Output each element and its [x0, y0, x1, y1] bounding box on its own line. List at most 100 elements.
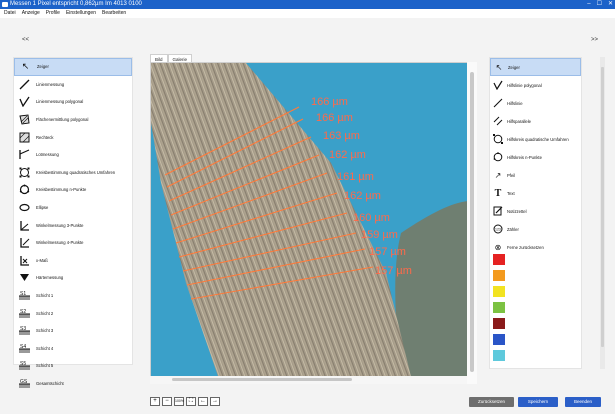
color-swatch-yellow[interactable] — [493, 286, 505, 297]
menu-anzeige[interactable]: Anzeige — [22, 9, 40, 18]
collapse-right-button[interactable]: >> — [591, 37, 598, 43]
scroll-thumb[interactable] — [172, 378, 352, 381]
finish-button[interactable]: Beenden — [565, 397, 601, 407]
tool-schicht-5[interactable]: S5 Schicht 5 — [14, 357, 132, 375]
rtool-hilfslinie-polygonal[interactable]: Hilfslinie polygonal — [490, 76, 581, 94]
tools-scrollbar[interactable] — [600, 57, 605, 369]
save-button[interactable]: Speichern — [518, 397, 558, 407]
tool-winkel-4punkte[interactable]: Winkelmessung 4-Punkte — [14, 234, 132, 252]
rtool-zeiger[interactable]: ↖ Zeiger — [490, 58, 581, 76]
zoom-100-button[interactable]: 100% — [174, 397, 184, 406]
measurement-label[interactable]: 157 µm — [369, 246, 406, 258]
color-swatch-cyan[interactable] — [493, 350, 505, 361]
menu-datei[interactable]: Datei — [4, 9, 16, 18]
circle-npoints-helper-icon — [493, 152, 503, 162]
angle-3point-icon — [19, 220, 30, 231]
rtool-hilfskreis-npunkte[interactable]: Hilfskreis n-Punkte — [490, 148, 581, 166]
text-icon: T — [494, 187, 502, 199]
minimize-button[interactable]: – — [587, 0, 590, 9]
layer-3-icon: S3 — [19, 325, 30, 336]
angle-4point-icon — [19, 237, 30, 248]
rtool-text[interactable]: T Text — [490, 184, 581, 202]
tool-lotmessung[interactable]: Lotmessung — [14, 146, 132, 164]
measurement-label[interactable]: 160 µm — [353, 212, 390, 224]
measurement-label[interactable]: 162 µm — [329, 149, 366, 161]
zoom-out-button[interactable]: − — [162, 397, 172, 406]
fit-screen-icon[interactable]: ⛶ — [186, 397, 196, 406]
rtool-hilfslinie[interactable]: Hilfslinie — [490, 94, 581, 112]
tool-haertemessung[interactable]: Härtemessung — [14, 269, 132, 287]
measurement-label[interactable]: 157 µm — [375, 265, 412, 277]
reset-button[interactable]: Zurücksetzen — [469, 397, 514, 407]
note-icon — [493, 206, 503, 216]
tool-flaechenermittlung[interactable]: Flächenermittlung polygonal — [14, 111, 132, 129]
reset-icon: ⊗ — [494, 242, 502, 252]
tool-linienmessung-polygonal[interactable]: Linienmessung polygonal — [14, 93, 132, 111]
rtool-hilfsparallele[interactable]: Hilfsparallele — [490, 112, 581, 130]
perpendicular-icon — [19, 149, 30, 160]
tool-schicht-2[interactable]: S2 Schicht 2 — [14, 304, 132, 322]
rtool-zaehler[interactable]: 123 Zähler — [490, 220, 581, 238]
window-title: Messen 1 Pixel entspricht 0,862µm Im 401… — [10, 1, 142, 7]
menu-bar: Datei Anzeige Profile Einstellungen Bear… — [0, 9, 615, 18]
line-measure-icon — [19, 79, 30, 90]
rectangle-icon — [19, 132, 30, 143]
image-horizontal-scrollbar[interactable] — [150, 376, 467, 384]
app-icon — [2, 2, 8, 7]
layer-2-icon: S2 — [19, 308, 30, 319]
tool-rechteck[interactable]: Rechteck — [14, 128, 132, 146]
tool-schicht-1[interactable]: S1 Schicht 1 — [14, 287, 132, 305]
maximize-button[interactable]: ☐ — [597, 0, 602, 9]
circle-square-icon — [19, 167, 30, 178]
measurement-label[interactable]: 162 µm — [344, 190, 381, 202]
rtool-hilfskreis-quadratisch[interactable]: Hilfskreis quadratische Umfahren — [490, 130, 581, 148]
tool-x-mass[interactable]: x-Maß — [14, 252, 132, 270]
tool-linienmessung[interactable]: Linienmessung — [14, 76, 132, 94]
menu-bearbeiten[interactable]: Bearbeiten — [102, 9, 126, 18]
color-swatch-red[interactable] — [493, 254, 505, 265]
color-swatch-green[interactable] — [493, 302, 505, 313]
micrograph-image[interactable]: 166 µm 166 µm 163 µm 162 µm 161 µm 162 µ… — [151, 63, 468, 384]
tool-winkel-3punkte[interactable]: Winkelmessung 3-Punkte — [14, 216, 132, 234]
menu-einstellungen[interactable]: Einstellungen — [66, 9, 96, 18]
measurement-label[interactable]: 159 µm — [361, 229, 398, 241]
svg-text:123: 123 — [495, 228, 501, 232]
polygon-area-icon — [19, 114, 30, 125]
layer-4-icon: S4 — [19, 343, 30, 354]
tool-schicht-4[interactable]: S4 Schicht 4 — [14, 340, 132, 358]
image-vertical-scrollbar[interactable] — [467, 62, 477, 384]
measurement-label[interactable]: 166 µm — [311, 96, 348, 108]
rtool-notizzettel[interactable]: Notizzettel — [490, 202, 581, 220]
tool-schicht-3[interactable]: S3 Schicht 3 — [14, 322, 132, 340]
zoom-in-button[interactable]: + — [150, 397, 160, 406]
color-palette — [493, 254, 505, 366]
ellipse-icon — [19, 202, 30, 213]
tool-kreis-npunkte[interactable]: Kreisbestimmung n-Punkte — [14, 181, 132, 199]
next-arrow-icon[interactable]: → — [210, 397, 220, 406]
drawing-tools-panel: ↖ Zeiger Hilfslinie polygonal Hilfslinie… — [489, 57, 582, 369]
scroll-thumb[interactable] — [470, 72, 474, 372]
counter-icon: 123 — [493, 224, 503, 234]
rtool-pfeil[interactable]: ↗ Pfeil — [490, 166, 581, 184]
tool-ellipse[interactable]: Ellipse — [14, 199, 132, 217]
title-bar: Messen 1 Pixel entspricht 0,862µm Im 401… — [0, 0, 615, 9]
measurement-label[interactable]: 161 µm — [337, 171, 374, 183]
tool-gesamtschicht[interactable]: GS Gesamtschicht — [14, 375, 132, 393]
measurement-label[interactable]: 166 µm — [316, 112, 353, 124]
menu-profile[interactable]: Profile — [46, 9, 60, 18]
helper-line-icon — [493, 98, 503, 108]
measurement-label[interactable]: 163 µm — [323, 130, 360, 142]
collapse-left-button[interactable]: << — [22, 37, 29, 43]
polyline-measure-icon — [19, 96, 30, 108]
color-swatch-blue[interactable] — [493, 334, 505, 345]
previous-arrow-icon[interactable]: ← — [198, 397, 208, 406]
measurement-tools-panel: ↖ Zeiger Linienmessung Linienmessung pol… — [13, 57, 133, 388]
image-viewer[interactable]: 166 µm 166 µm 163 µm 162 µm 161 µm 162 µ… — [150, 62, 477, 384]
color-swatch-darkred[interactable] — [493, 318, 505, 329]
tool-kreis-quadratisch[interactable]: Kreisbestimmung quadratisches Umfahren — [14, 164, 132, 182]
close-button[interactable]: ✕ — [608, 0, 613, 9]
scroll-thumb[interactable] — [601, 67, 604, 347]
tool-zeiger[interactable]: ↖ Zeiger — [14, 58, 132, 76]
layer-1-icon: S1 — [19, 290, 30, 301]
color-swatch-orange[interactable] — [493, 270, 505, 281]
